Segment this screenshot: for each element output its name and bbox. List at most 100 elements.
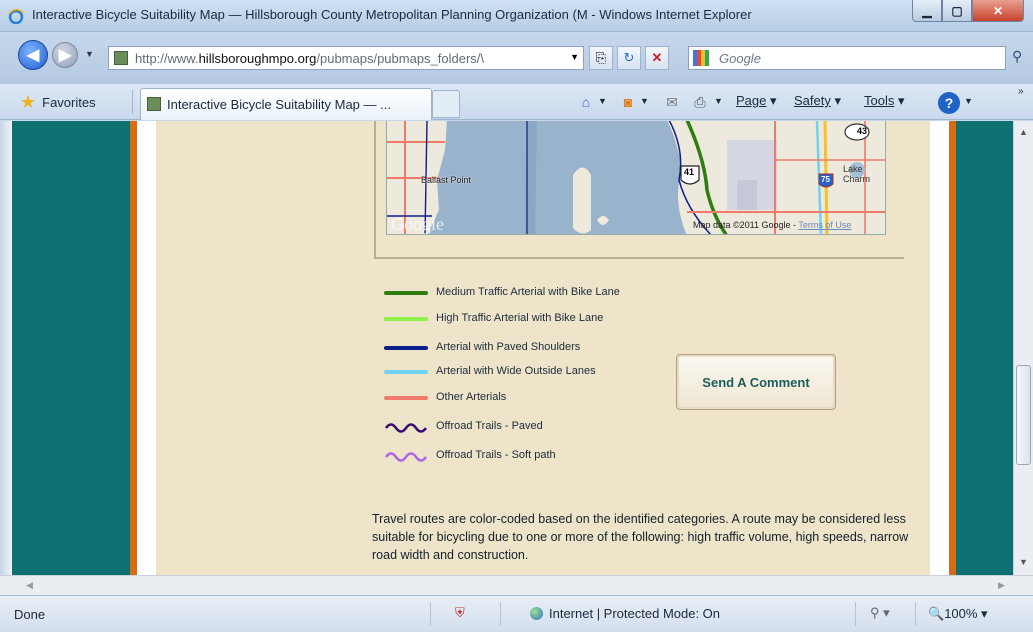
legend-item: High Traffic Arterial with Bike Lane bbox=[384, 309, 684, 329]
legend-label: Arterial with Paved Shoulders bbox=[436, 341, 581, 353]
scroll-thumb[interactable] bbox=[1016, 365, 1031, 465]
safety-menu[interactable]: Safety ▾ bbox=[794, 93, 841, 109]
legend-swatch bbox=[384, 317, 428, 321]
forward-button[interactable]: ▶ bbox=[52, 42, 78, 68]
legend-label: Other Arterials bbox=[436, 391, 507, 403]
stop-icon[interactable]: ✕ bbox=[645, 46, 669, 70]
tab-bicycle-map[interactable]: Interactive Bicycle Suitability Map — ..… bbox=[140, 88, 432, 120]
bicycle-map[interactable]: 43 41 75 Ballast Point Lake Charm Google… bbox=[386, 121, 886, 235]
route-43-label: 43 bbox=[857, 126, 868, 136]
legend-swatch bbox=[384, 291, 428, 295]
page-menu[interactable]: Page ▾ bbox=[736, 93, 777, 109]
description-paragraph: Travel routes are color-coded based on t… bbox=[372, 512, 909, 562]
white-border-right bbox=[930, 121, 949, 575]
status-text: Done bbox=[14, 607, 46, 622]
divider bbox=[915, 602, 916, 626]
print-dropdown-icon[interactable]: ▼ bbox=[714, 96, 723, 106]
terms-of-use-link[interactable]: Terms of Use bbox=[798, 220, 851, 230]
refresh-icon[interactable]: ↻ bbox=[617, 46, 641, 70]
feeds-icon[interactable]: ◙ bbox=[618, 92, 638, 112]
help-dropdown-icon[interactable]: ▼ bbox=[964, 96, 973, 106]
close-button[interactable]: ✕ bbox=[972, 0, 1024, 22]
orange-border-right bbox=[949, 121, 956, 575]
horizontal-scrollbar[interactable]: ◀ ▶ bbox=[0, 575, 1033, 595]
legend-label: Offroad Trails - Paved bbox=[436, 420, 543, 432]
map-attribution: Map data ©2011 Google - Terms of Use bbox=[693, 220, 852, 230]
lake-charm-label: Lake Charm bbox=[843, 164, 871, 184]
legend-item: Medium Traffic Arterial with Bike Lane bbox=[384, 283, 684, 303]
legend-item: Arterial with Wide Outside Lanes bbox=[384, 362, 684, 382]
feeds-dropdown-icon[interactable]: ▼ bbox=[640, 96, 649, 106]
scroll-up-icon[interactable]: ▲ bbox=[1019, 127, 1028, 137]
route-41-label: 41 bbox=[684, 167, 695, 177]
legend-label: Offroad Trails - Soft path bbox=[436, 449, 556, 461]
send-comment-button[interactable]: Send A Comment bbox=[676, 354, 836, 410]
status-bar: Done ⛨ Internet | Protected Mode: On ⚲ ▾… bbox=[0, 595, 1033, 632]
search-box[interactable]: Google bbox=[688, 46, 1006, 70]
minimize-button[interactable]: ▁ bbox=[912, 0, 942, 22]
legend-swatch bbox=[384, 423, 428, 433]
favorites-star-icon: ★ bbox=[20, 92, 37, 112]
internet-globe-icon bbox=[530, 607, 543, 620]
new-tab-button[interactable] bbox=[432, 90, 460, 118]
back-button[interactable]: ◀ bbox=[18, 40, 48, 70]
home-icon[interactable]: ⌂ bbox=[576, 92, 596, 112]
scroll-left-icon[interactable]: ◀ bbox=[26, 580, 33, 591]
chevron-right-icon[interactable]: » bbox=[1018, 86, 1024, 97]
map-frame: 43 41 75 Ballast Point Lake Charm Google… bbox=[374, 121, 904, 259]
ie-logo-icon bbox=[8, 8, 24, 24]
legend-item: Other Arterials bbox=[384, 388, 684, 408]
favorites-button[interactable]: ★ Favorites bbox=[20, 92, 96, 113]
tools-menu[interactable]: Tools ▾ bbox=[864, 93, 905, 109]
legend-item: Offroad Trails - Paved bbox=[384, 417, 684, 437]
left-window-edge bbox=[0, 121, 12, 575]
address-toolbar: ◀ ▶ ▼ http://www.hillsboroughmpo.org/pub… bbox=[0, 32, 1033, 84]
url-text[interactable]: http://www.hillsboroughmpo.org/pubmaps/p… bbox=[135, 51, 555, 66]
legend-swatch bbox=[384, 452, 428, 462]
protected-mode-icon[interactable]: ⚲ ▾ bbox=[870, 605, 890, 621]
tab-favicon-icon bbox=[147, 97, 161, 111]
window-title: Interactive Bicycle Suitability Map — Hi… bbox=[32, 7, 752, 22]
security-zone[interactable]: Internet | Protected Mode: On bbox=[530, 606, 720, 621]
scroll-down-icon[interactable]: ▼ bbox=[1019, 557, 1028, 567]
title-bar: Interactive Bicycle Suitability Map — Hi… bbox=[0, 0, 1033, 32]
scroll-right-icon[interactable]: ▶ bbox=[998, 580, 1005, 591]
legend-item: Offroad Trails - Soft path bbox=[384, 446, 684, 466]
divider bbox=[132, 90, 133, 114]
address-bar[interactable]: http://www.hillsboroughmpo.org/pubmaps/p… bbox=[108, 46, 584, 70]
google-search-icon bbox=[693, 50, 709, 66]
legend-item: Arterial with Paved Shoulders bbox=[384, 338, 684, 358]
compatibility-view-icon[interactable]: ⎘ bbox=[589, 46, 613, 70]
google-logo[interactable]: Google bbox=[391, 214, 444, 234]
page-viewport: 43 41 75 Ballast Point Lake Charm Google… bbox=[12, 121, 1013, 575]
tab-label: Interactive Bicycle Suitability Map — ..… bbox=[167, 97, 391, 112]
legend-swatch bbox=[384, 370, 428, 374]
orange-border-left bbox=[130, 121, 137, 575]
legend-swatch bbox=[384, 346, 428, 350]
page-body: 43 41 75 Ballast Point Lake Charm Google… bbox=[156, 121, 930, 575]
legend-swatch bbox=[384, 396, 428, 400]
home-dropdown-icon[interactable]: ▼ bbox=[598, 96, 607, 106]
search-placeholder: Google bbox=[719, 51, 761, 66]
read-mail-icon[interactable]: ✉ bbox=[662, 92, 682, 112]
maximize-button[interactable]: ▢ bbox=[942, 0, 972, 22]
history-dropdown-icon[interactable]: ▼ bbox=[85, 49, 94, 59]
site-favicon-icon bbox=[114, 51, 128, 65]
help-icon[interactable]: ? bbox=[938, 92, 960, 114]
ballast-point-label: Ballast Point bbox=[421, 175, 472, 185]
favorites-bar: ★ Favorites Interactive Bicycle Suitabil… bbox=[0, 84, 1033, 120]
favorites-label: Favorites bbox=[42, 95, 96, 110]
zoom-level[interactable]: 🔍100% ▾ bbox=[928, 606, 988, 622]
route-75-label: 75 bbox=[821, 175, 830, 184]
divider bbox=[430, 602, 431, 626]
address-dropdown-icon[interactable]: ▼ bbox=[570, 52, 579, 62]
print-icon[interactable]: ⎙ bbox=[690, 92, 710, 112]
legend-label: Medium Traffic Arterial with Bike Lane bbox=[436, 286, 620, 298]
legend-label: High Traffic Arterial with Bike Lane bbox=[436, 312, 604, 324]
white-border-left bbox=[137, 121, 156, 575]
legend-label: Arterial with Wide Outside Lanes bbox=[436, 365, 596, 377]
divider bbox=[500, 602, 501, 626]
vertical-scrollbar[interactable]: ▲ ▼ bbox=[1013, 121, 1033, 575]
privacy-shield-icon[interactable]: ⛨ bbox=[455, 605, 465, 621]
search-icon[interactable]: ⚲ bbox=[1012, 48, 1022, 65]
